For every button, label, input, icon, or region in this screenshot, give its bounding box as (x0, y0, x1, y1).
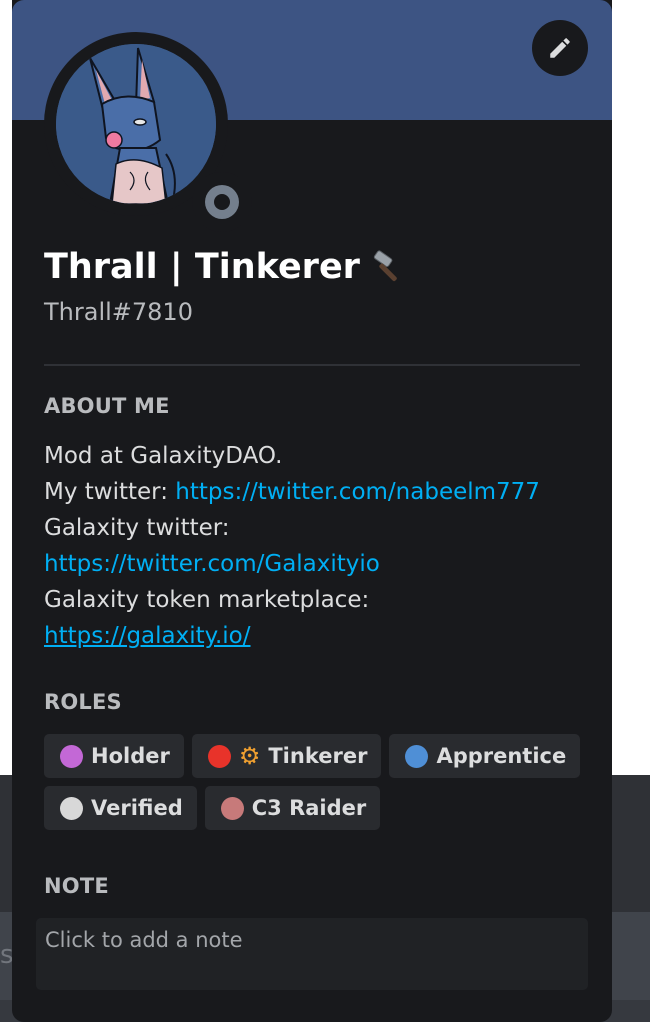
user-profile-popout: Thrall | Tinkerer Thrall#7810 ABOUT ME M… (12, 0, 612, 1022)
twitter-link-personal[interactable]: https://twitter.com/nabeelm777 (175, 479, 540, 505)
role-label: C3 Raider (251, 796, 367, 820)
role-label: Apprentice (436, 744, 567, 768)
avatar[interactable] (56, 44, 216, 204)
about-me-heading: ABOUT ME (44, 394, 170, 418)
note-heading: NOTE (44, 874, 109, 898)
role-c3-raider[interactable]: C3 Raider (204, 786, 381, 830)
about-line-text: My twitter: (44, 479, 176, 505)
twitter-link-galaxity[interactable]: https://twitter.com/Galaxityio (44, 551, 380, 577)
divider (44, 364, 580, 366)
role-color-dot (60, 744, 83, 768)
marketplace-link[interactable]: https://galaxity.io/ (44, 623, 251, 649)
role-color-dot (405, 744, 429, 768)
role-label: Tinkerer (268, 744, 368, 768)
about-line: https://galaxity.io/ (44, 618, 584, 654)
role-label: Verified (91, 796, 183, 820)
hammer-icon (373, 250, 397, 282)
display-name: Thrall | Tinkerer (44, 247, 408, 287)
about-line: My twitter: https://twitter.com/nabeelm7… (44, 474, 584, 510)
edit-profile-button[interactable] (532, 20, 588, 76)
roles-list: Holder ⚙ Tinkerer Apprentice Verified C3… (44, 734, 584, 830)
about-line: Mod at GalaxityDAO. (44, 443, 283, 469)
roles-heading: ROLES (44, 690, 122, 714)
offline-status-icon (205, 185, 239, 219)
username-tag: Thrall#7810 (44, 298, 193, 326)
role-verified[interactable]: Verified (44, 786, 197, 830)
about-me-text: Mod at GalaxityDAO. My twitter: https://… (44, 438, 584, 654)
about-line: https://twitter.com/Galaxityio (44, 546, 584, 582)
role-color-dot (60, 796, 83, 820)
note-input[interactable]: Click to add a note (36, 918, 588, 990)
role-tinkerer[interactable]: ⚙ Tinkerer (191, 734, 382, 778)
about-line: Galaxity twitter: (44, 515, 230, 541)
role-apprentice[interactable]: Apprentice (389, 734, 581, 778)
pencil-icon (550, 38, 570, 58)
status-indicator (192, 172, 252, 232)
display-name-text: Thrall | Tinkerer (44, 247, 360, 287)
gear-icon: ⚙ (238, 742, 261, 770)
avatar-wrapper[interactable] (44, 32, 252, 232)
role-label: Holder (91, 744, 170, 768)
about-line: Galaxity token marketplace: (44, 587, 370, 613)
role-holder[interactable]: Holder (44, 734, 184, 778)
role-color-dot (207, 744, 231, 768)
role-color-dot (220, 796, 244, 820)
